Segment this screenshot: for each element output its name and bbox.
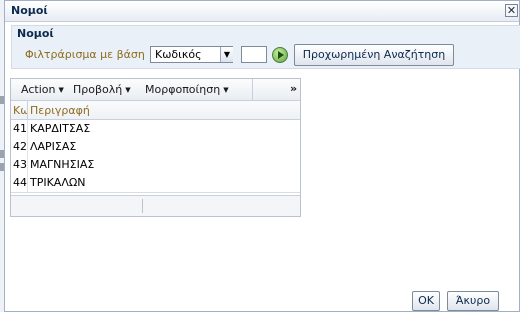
column-divider: [27, 174, 28, 192]
search-panel: Νομοί Φιλτράρισμα με βάση Κωδικός ▼ Προχ…: [11, 25, 520, 69]
row-code: 42: [13, 140, 27, 153]
table-row[interactable]: 41 ΚΑΡΔΙΤΣΑΣ: [11, 120, 300, 139]
footer-divider: [142, 199, 143, 213]
close-icon[interactable]: ✕: [505, 4, 518, 17]
double-chevron-right-icon[interactable]: »: [290, 82, 297, 95]
menu-action-label: Action: [21, 83, 56, 96]
caret-down-icon: ▼: [58, 86, 64, 94]
dialog-title: Νομοί: [11, 4, 48, 17]
caret-down-icon: ▼: [125, 86, 131, 94]
row-description: ΚΑΡΔΙΤΣΑΣ: [30, 122, 91, 135]
menu-format[interactable]: Μορφοποίηση ▼: [145, 83, 229, 96]
row-code: 44: [13, 176, 27, 189]
column-divider: [27, 120, 28, 138]
ok-button[interactable]: OK: [412, 291, 440, 311]
column-header-description[interactable]: Περιγραφή: [30, 104, 90, 117]
row-description: ΤΡΙΚΑΛΩΝ: [30, 176, 86, 189]
filter-label: Φιλτράρισμα με βάση: [25, 48, 145, 61]
filter-selected-value: Κωδικός: [155, 48, 202, 61]
table-row[interactable]: 42 ΛΑΡΙΣΑΣ: [11, 138, 300, 157]
filter-value-input[interactable]: [241, 46, 267, 63]
cancel-button[interactable]: Άκυρο: [447, 291, 499, 311]
row-code: 41: [13, 122, 27, 135]
caret-down-icon: ▼: [223, 86, 229, 94]
table-header: Κωδ Περιγραφή: [11, 101, 300, 120]
table-footer: [11, 195, 300, 216]
column-divider: [27, 138, 28, 156]
nomoi-dialog: Νομοί ✕ Νομοί Φιλτράρισμα με βάση Κωδικό…: [4, 0, 520, 312]
menu-view-label: Προβολή: [73, 83, 123, 96]
menu-view[interactable]: Προβολή ▼: [73, 83, 131, 96]
row-code: 43: [13, 158, 27, 171]
results-table-panel: Action▼ Προβολή▼ Μορφοποίηση▼ » Κωδ Περι…: [10, 78, 301, 217]
toolbar-divider: [252, 79, 253, 100]
filter-by-select[interactable]: Κωδικός ▼: [150, 46, 233, 63]
row-description: ΜΑΓΝΗΣΙΑΣ: [30, 158, 95, 171]
dialog-titlebar: Νομοί ✕: [5, 1, 519, 22]
column-header-code[interactable]: Κωδ: [13, 104, 27, 117]
menu-action[interactable]: Action ▼: [21, 83, 64, 96]
go-button[interactable]: [272, 47, 288, 63]
column-divider: [27, 156, 28, 174]
table-toolbar: Action ▼ Προβολή ▼ Μορφοποίηση ▼ »: [11, 79, 300, 101]
table-row[interactable]: 43 ΜΑΓΝΗΣΙΑΣ: [11, 156, 300, 175]
menu-format-label: Μορφοποίηση: [145, 83, 221, 96]
table-row[interactable]: 44 ΤΡΙΚΑΛΩΝ: [11, 174, 300, 193]
row-description: ΛΑΡΙΣΑΣ: [30, 140, 77, 153]
advanced-search-button[interactable]: Προχωρημένη Αναζήτηση: [294, 44, 454, 66]
panel-header: Νομοί: [17, 27, 54, 40]
chevron-down-icon[interactable]: ▼: [220, 47, 233, 62]
go-arrow-icon: [278, 51, 284, 59]
column-divider: [27, 101, 28, 119]
